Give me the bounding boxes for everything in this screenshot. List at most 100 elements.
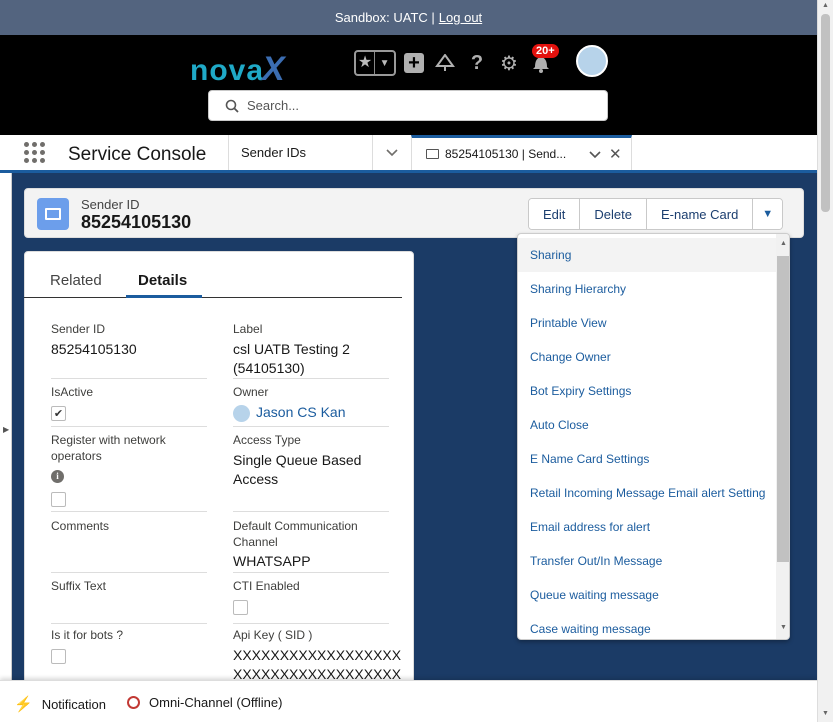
menu-scrollbar[interactable]: ▲ ▼: [776, 234, 789, 639]
record-icon: [426, 149, 439, 159]
menu-item-transfer-message[interactable]: Transfer Out/In Message: [518, 544, 776, 578]
more-actions-chevron-icon[interactable]: ▼: [753, 199, 783, 229]
logo-text: nova: [190, 54, 265, 87]
field-value-cont: (54105130): [233, 360, 305, 376]
sandbox-text: Sandbox: UATC |: [334, 10, 435, 25]
register-checkbox: [51, 492, 66, 507]
field-isactive: IsActive ✔: [51, 384, 207, 427]
tab-label: 85254105130 | Send...: [445, 147, 567, 161]
nav-selector-label: Sender IDs: [241, 145, 307, 160]
expand-icon[interactable]: ▶: [3, 425, 9, 434]
global-search[interactable]: [208, 90, 608, 121]
field-default-channel: Default Communication Channel WHATSAPP: [233, 518, 389, 573]
menu-item-email-address-alert[interactable]: Email address for alert: [518, 510, 776, 544]
novax-logo[interactable]: novaX: [190, 50, 286, 89]
info-icon[interactable]: i: [51, 470, 64, 483]
menu-item-auto-close[interactable]: Auto Close: [518, 408, 776, 442]
more-actions-menu: Sharing Sharing Hierarchy Printable View…: [517, 233, 790, 640]
delete-button[interactable]: Delete: [580, 199, 647, 229]
notification-utility[interactable]: ⚡ Notification: [14, 695, 106, 713]
app-launcher-icon[interactable]: [24, 142, 46, 164]
logout-link[interactable]: Log out: [439, 10, 482, 25]
header-actions: ★ ▼ + ? ⚙: [354, 48, 552, 78]
workspace-tab[interactable]: 85254105130 | Send... ✕: [411, 135, 632, 170]
record-header: Sender ID 85254105130 Edit Delete E-name…: [24, 188, 804, 238]
menu-item-ename-card-settings[interactable]: E Name Card Settings: [518, 442, 776, 476]
logo-x: X: [262, 50, 286, 88]
scroll-down-icon[interactable]: ▼: [780, 624, 787, 631]
field-sender-id: Sender ID 85254105130: [51, 321, 207, 379]
field-label: Comments: [51, 519, 110, 533]
field-label-value: Label csl UATB Testing 2 (54105130): [233, 321, 389, 379]
global-actions-plus-icon[interactable]: +: [404, 53, 424, 73]
edit-button[interactable]: Edit: [529, 199, 581, 229]
ename-card-button[interactable]: E-name Card: [646, 199, 754, 229]
utility-bar: ⚡ Notification Omni-Channel (Offline): [0, 680, 817, 722]
close-tab-icon[interactable]: ✕: [609, 145, 622, 163]
menu-item-case-waiting[interactable]: Case waiting message: [518, 612, 776, 639]
sandbox-banner: Sandbox: UATC | Log out: [0, 0, 817, 35]
tab-menu-chevron-icon[interactable]: [589, 147, 601, 162]
field-value: 85254105130: [51, 341, 137, 357]
page-scroll-thumb[interactable]: [821, 14, 830, 212]
field-value: XXXXXXXXXXXXXXXXXX: [233, 647, 402, 663]
record-type-icon: [37, 198, 69, 230]
cti-checkbox: [233, 600, 248, 615]
field-label: Sender ID: [51, 322, 106, 336]
search-icon: [225, 99, 239, 113]
menu-scroll-thumb[interactable]: [777, 256, 789, 562]
field-label: Label: [233, 322, 263, 336]
field-label: Access Type: [233, 433, 301, 447]
chevron-down-icon[interactable]: ▼: [375, 58, 394, 69]
split-view-toggle[interactable]: ▶: [0, 173, 12, 680]
menu-item-change-owner[interactable]: Change Owner: [518, 340, 776, 374]
navigation-selector[interactable]: Sender IDs: [228, 135, 410, 170]
menu-item-sharing[interactable]: Sharing: [518, 238, 776, 272]
menu-item-sharing-hierarchy[interactable]: Sharing Hierarchy: [518, 272, 776, 306]
field-comments: Comments: [51, 518, 207, 573]
scroll-up-icon[interactable]: ▲: [822, 2, 829, 9]
record-actions: Edit Delete E-name Card ▼: [528, 198, 784, 230]
menu-item-queue-waiting[interactable]: Queue waiting message: [518, 578, 776, 612]
field-label-cont: operators: [51, 449, 102, 463]
user-avatar[interactable]: [576, 45, 608, 77]
field-value: WHATSAPP: [233, 553, 311, 569]
app-name: Service Console: [68, 144, 207, 165]
scroll-down-icon[interactable]: ▼: [822, 710, 829, 717]
menu-item-bot-expiry-settings[interactable]: Bot Expiry Settings: [518, 374, 776, 408]
field-access-type: Access Type Single Queue Based Access: [233, 432, 389, 512]
search-input[interactable]: [247, 98, 587, 113]
trailhead-icon[interactable]: [434, 52, 456, 74]
field-value: Single Queue Based: [233, 452, 362, 468]
favorites-control[interactable]: ★ ▼: [354, 50, 396, 76]
field-value-cont: Access: [233, 471, 279, 487]
help-icon[interactable]: ?: [466, 52, 488, 74]
omni-label: Omni-Channel (Offline): [149, 695, 283, 710]
field-cti-enabled: CTI Enabled: [233, 578, 389, 624]
bolt-icon: ⚡: [14, 696, 33, 713]
menu-item-retail-email-alert[interactable]: Retail Incoming Message Email alert Sett…: [518, 476, 776, 510]
tab-details[interactable]: Details: [138, 272, 187, 289]
field-label: IsActive: [51, 385, 94, 399]
isactive-checkbox: ✔: [51, 406, 66, 421]
notification-label: Notification: [41, 696, 106, 712]
omni-channel-utility[interactable]: Omni-Channel (Offline): [127, 695, 282, 710]
field-label: Default Communication: [233, 519, 358, 533]
menu-item-printable-view[interactable]: Printable View: [518, 306, 776, 340]
record-tabs: Related Details: [24, 262, 402, 298]
owner-avatar: [233, 404, 250, 422]
field-label: CTI Enabled: [233, 579, 300, 593]
gear-icon[interactable]: ⚙: [498, 52, 520, 75]
scroll-up-icon[interactable]: ▲: [780, 240, 787, 247]
field-label: Api Key ( SID ): [233, 628, 313, 642]
owner-link[interactable]: Jason CS Kan: [256, 404, 346, 420]
page-scrollbar[interactable]: ▲ ▼: [817, 0, 833, 722]
field-label: Is it for bots ?: [51, 628, 124, 642]
field-value: csl UATB Testing 2: [233, 341, 350, 357]
tab-related[interactable]: Related: [50, 272, 102, 289]
field-label: Suffix Text: [51, 579, 106, 593]
star-icon[interactable]: ★: [356, 52, 376, 74]
chevron-down-icon[interactable]: [372, 135, 410, 170]
field-label: Register with network: [51, 433, 166, 447]
offline-status-icon: [127, 696, 140, 709]
